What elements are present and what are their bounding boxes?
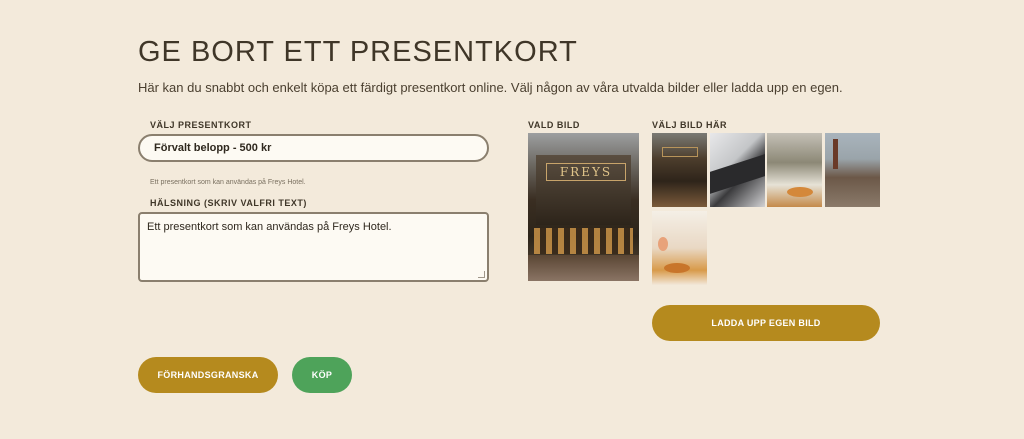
card-hint: Ett presentkort som kan användas på Frey… xyxy=(150,179,306,186)
greeting-text: Ett presentkort som kan användas på Frey… xyxy=(147,221,392,233)
page-intro: Här kan du snabbt och enkelt köpa ett fä… xyxy=(138,80,843,95)
upload-image-button[interactable]: LADDA UPP EGEN BILD xyxy=(652,305,880,341)
selected-image-lights xyxy=(534,228,633,254)
thumbnail-hotel-facade[interactable] xyxy=(652,133,707,207)
thumbnail-stripe xyxy=(710,154,765,194)
selected-image-label: VALD BILD xyxy=(528,120,580,130)
thumbnail-terrace-food[interactable] xyxy=(767,133,822,207)
thumbnail-city-view[interactable] xyxy=(825,133,880,207)
thumbnail-breakfast[interactable] xyxy=(652,211,707,285)
card-select[interactable]: Förvalt belopp - 500 kr xyxy=(138,134,489,162)
thumbnail-building-abstract[interactable] xyxy=(710,133,765,207)
thumbnail-spire xyxy=(833,139,838,169)
greeting-textarea[interactable]: Ett presentkort som kan användas på Frey… xyxy=(138,212,489,282)
thumbnail-food xyxy=(787,187,813,197)
thumbnail-food xyxy=(664,263,690,273)
greeting-label: HÄLSNING (SKRIV VALFRI TEXT) xyxy=(150,198,307,208)
page-title: GE BORT ETT PRESENTKORT xyxy=(138,36,578,68)
selected-image-sign: FREYS xyxy=(546,163,626,181)
thumbnail-sign xyxy=(662,147,698,157)
choose-image-label: VÄLJ BILD HÄR xyxy=(652,120,728,130)
resize-grip-icon[interactable] xyxy=(478,271,485,278)
selected-image-street xyxy=(528,255,639,281)
selected-image: FREYS xyxy=(528,133,639,281)
preview-button[interactable]: FÖRHANDSGRANSKA xyxy=(138,357,278,393)
thumbnail-glass xyxy=(658,237,668,251)
card-select-label: VÄLJ PRESENTKORT xyxy=(150,120,252,130)
buy-button[interactable]: KÖP xyxy=(292,357,352,393)
